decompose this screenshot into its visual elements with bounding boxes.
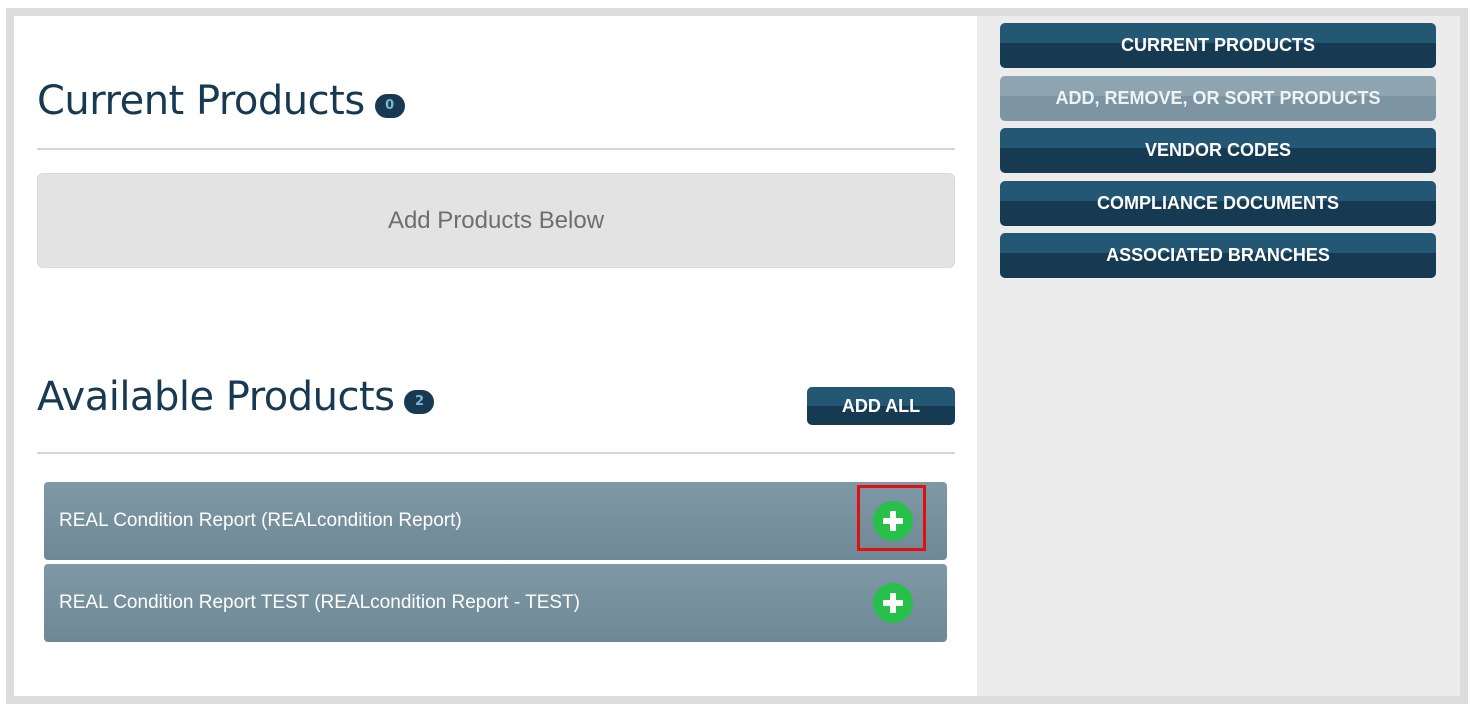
available-products-count-badge: 2 <box>404 390 435 414</box>
sidebar-item-current-products[interactable]: CURRENT PRODUCTS <box>1000 23 1436 68</box>
plus-icon <box>883 511 903 531</box>
empty-state-text: Add Products Below <box>387 206 605 234</box>
add-product-button[interactable] <box>873 583 913 623</box>
available-product-row: REAL Condition Report TEST (REALconditio… <box>44 564 947 642</box>
current-products-heading: Current Products 0 <box>37 78 405 124</box>
sidebar-item-label: CURRENT PRODUCTS <box>1120 35 1315 55</box>
sidebar: CURRENT PRODUCTS ADD, REMOVE, OR SORT PR… <box>977 16 1460 696</box>
main-content: Current Products 0 Add Products Below Av… <box>14 16 977 696</box>
sidebar-item-associated-branches[interactable]: ASSOCIATED BRANCHES <box>1000 233 1436 278</box>
add-all-label: ADD ALL <box>841 395 921 416</box>
available-product-row: REAL Condition Report (REALcondition Rep… <box>44 482 947 560</box>
sidebar-item-add-remove-sort-products[interactable]: ADD, REMOVE, OR SORT PRODUCTS <box>1000 76 1436 121</box>
sidebar-item-label: COMPLIANCE DOCUMENTS <box>1097 193 1339 213</box>
page-frame: Current Products 0 Add Products Below Av… <box>6 8 1468 704</box>
product-name: REAL Condition Report TEST (REALconditio… <box>59 592 580 613</box>
sidebar-item-label: VENDOR CODES <box>1144 140 1292 160</box>
product-name: REAL Condition Report (REALcondition Rep… <box>59 510 462 531</box>
sidebar-item-label: ASSOCIATED BRANCHES <box>1106 245 1330 265</box>
current-products-empty-state: Add Products Below <box>37 173 955 268</box>
add-product-button[interactable] <box>873 501 913 541</box>
current-products-count-badge: 0 <box>374 94 405 118</box>
sidebar-item-label: ADD, REMOVE, OR SORT PRODUCTS <box>1055 88 1381 108</box>
current-products-title: Current Products <box>37 78 365 124</box>
available-products-heading: Available Products 2 <box>37 374 435 420</box>
plus-icon <box>883 593 903 613</box>
add-all-button[interactable]: ADD ALL <box>807 387 955 425</box>
available-products-divider <box>37 452 955 454</box>
available-products-title: Available Products <box>37 374 395 420</box>
sidebar-item-compliance-documents[interactable]: COMPLIANCE DOCUMENTS <box>1000 181 1436 226</box>
sidebar-item-vendor-codes[interactable]: VENDOR CODES <box>1000 128 1436 173</box>
current-products-divider <box>37 148 955 150</box>
